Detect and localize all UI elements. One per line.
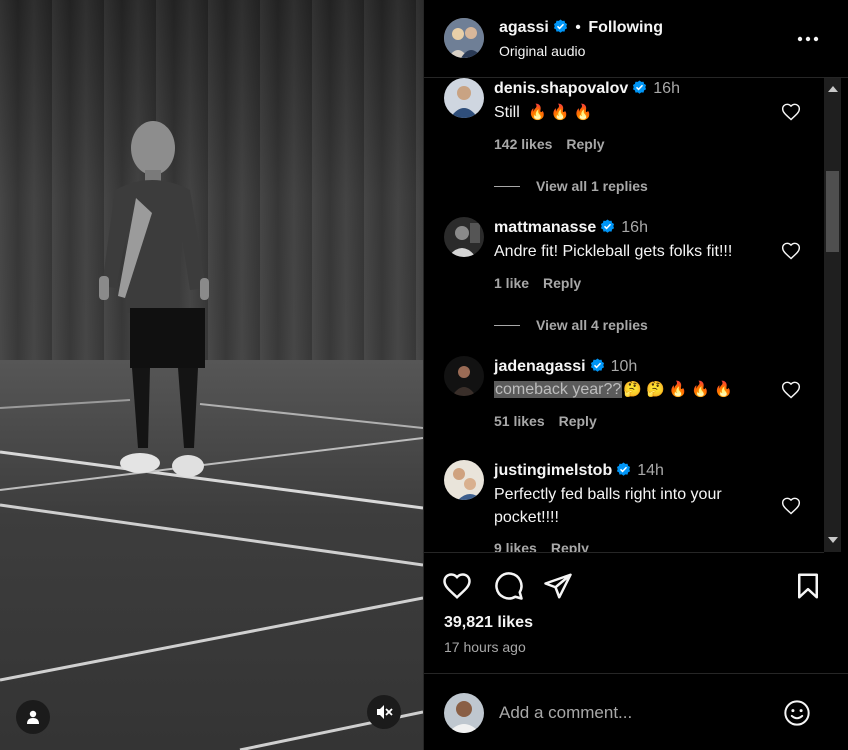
post-header: agassi • Following Original audio [424,0,848,78]
send-icon[interactable] [543,571,573,601]
current-user-avatar [444,693,484,733]
comments-scrollbar[interactable] [824,78,841,552]
fire-emoji: 🔥 [528,104,547,121]
comment-likes[interactable]: 51 likes [494,413,545,429]
fire-emoji: 🔥 [714,381,733,398]
fire-emoji: 🔥 [573,104,593,121]
view-replies-button[interactable]: View all 4 replies [494,317,648,333]
likes-count[interactable]: 39,821 likes [444,614,533,632]
fire-emoji: 🔥 [550,104,570,121]
reply-button[interactable]: Reply [566,136,604,152]
selected-comment-text: comeback year?? [494,381,623,398]
verified-badge-icon [553,19,567,33]
player-figure [99,121,209,477]
comment-like-icon[interactable] [781,241,801,261]
comment-body: Andre fit! Pickleball gets folks fit!!! [494,243,733,260]
commenter-username[interactable]: justingimelstob [494,462,612,479]
view-replies-label: View all 1 replies [536,178,648,194]
verified-badge-icon [633,80,647,94]
comment-body: Still [494,104,520,121]
comment-likes[interactable]: 142 likes [494,136,552,152]
post-actions: 39,821 likes 17 hours ago [424,553,848,673]
comment-like-icon[interactable] [781,102,801,122]
video-player[interactable] [0,0,423,750]
comment-body: Perfectly fed balls right into your pock… [494,486,722,526]
commenter-avatar[interactable] [444,217,484,257]
avatar-image [444,78,484,118]
original-audio-link[interactable]: Original audio [499,43,585,59]
scroll-up-arrow-icon[interactable] [828,86,838,92]
scrollbar-thumb[interactable] [826,171,839,252]
following-button[interactable]: Following [588,19,663,36]
avatar-image [444,356,484,396]
verified-badge-icon [601,219,615,233]
bookmark-icon[interactable] [793,571,823,601]
commenter-avatar[interactable] [444,460,484,500]
comment-text: comeback year?? 🤔 🤔 🔥 🔥 🔥 [494,378,733,401]
fire-emoji: 🔥 [691,381,711,398]
speaker-muted-icon [377,705,393,719]
commenter-avatar[interactable] [444,78,484,118]
verified-badge-icon [617,462,631,476]
post-timestamp[interactable]: 17 hours ago [444,639,526,655]
smiley-icon[interactable] [783,699,811,727]
comment-time: 16h [653,80,680,97]
comment-like-icon[interactable] [781,496,801,516]
comment-time: 10h [610,358,638,375]
post-panel: agassi • Following Original audio denis.… [423,0,848,750]
comment-composer [424,673,848,750]
thinking-emoji: 🤔 [645,381,665,398]
scroll-down-arrow-icon[interactable] [828,537,838,543]
comment-input[interactable] [497,700,771,726]
fire-emoji: 🔥 [668,381,688,398]
avatar-image [444,693,484,733]
mute-button[interactable] [367,695,401,729]
comment-icon[interactable] [494,571,524,601]
heart-icon[interactable] [442,571,472,601]
reply-button[interactable]: Reply [551,540,589,552]
comment-likes[interactable]: 9 likes [494,540,537,552]
comment-time: 16h [621,219,648,236]
avatar-image [444,18,484,58]
more-horizontal-icon[interactable] [797,36,819,42]
reply-button[interactable]: Reply [543,275,581,291]
author-avatar[interactable] [444,18,484,58]
comment-text: Still 🔥 🔥 🔥 [494,101,592,124]
header-separator: • [575,19,581,36]
reply-button[interactable]: Reply [559,413,597,429]
person-icon [27,710,39,724]
commenter-avatar[interactable] [444,356,484,396]
thinking-emoji: 🤔 [623,381,642,398]
commenter-username[interactable]: denis.shapovalov [494,80,628,97]
comments-list[interactable]: denis.shapovalov 16h Still 🔥 🔥 🔥 142 likes R… [424,78,824,553]
commenter-username[interactable]: mattmanasse [494,219,596,236]
verified-badge-icon [590,358,604,372]
avatar-image [444,460,484,500]
commenter-username[interactable]: jadenagassi [494,358,586,375]
profile-tag-button[interactable] [16,700,50,734]
comment-time: 14h [637,462,664,479]
view-replies-button[interactable]: View all 1 replies [494,178,648,194]
comment-likes[interactable]: 1 like [494,275,529,291]
comment-like-icon[interactable] [781,380,801,400]
avatar-image [444,217,484,257]
author-username[interactable]: agassi [499,19,549,36]
view-replies-label: View all 4 replies [536,317,648,333]
